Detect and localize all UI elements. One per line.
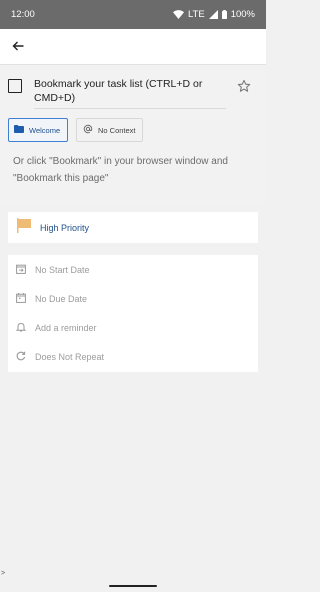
battery-icon [221, 10, 227, 19]
due-date-row[interactable]: No Due Date [8, 284, 258, 313]
wifi-icon [172, 10, 184, 19]
repeat-icon [16, 348, 26, 366]
calendar-icon [16, 290, 26, 308]
flag-icon [16, 217, 32, 238]
priority-row[interactable]: High Priority [8, 212, 258, 243]
context-chip[interactable]: No Context [76, 118, 143, 142]
schedule-card: No Start Date No Due Date Add a reminder… [8, 255, 258, 372]
bell-icon [15, 319, 27, 337]
signal-icon [208, 10, 218, 19]
task-complete-checkbox[interactable] [8, 79, 22, 93]
folder-icon [14, 125, 24, 135]
network-label: LTE [187, 9, 205, 20]
star-outline-icon [237, 79, 251, 97]
start-date-row[interactable]: No Start Date [8, 255, 258, 284]
task-title[interactable]: Bookmark your task list (CTRL+D or CMD+D… [34, 78, 230, 105]
list-chip-welcome[interactable]: Welcome [8, 118, 68, 142]
welcome-label: Welcome [29, 125, 61, 135]
home-indicator[interactable] [109, 585, 157, 587]
star-button[interactable] [237, 79, 253, 95]
arrow-left-icon [12, 38, 24, 56]
status-bar: 12:00 LTE 100% [0, 0, 266, 29]
bookmark-hint: Or click "Bookmark" in your browser wind… [13, 156, 228, 184]
repeat-label: Does Not Repeat [35, 351, 105, 362]
priority-label: High Priority [40, 222, 90, 233]
status-time: 12:00 [11, 9, 35, 20]
reminder-row[interactable]: Add a reminder [8, 313, 258, 342]
back-button[interactable] [8, 37, 28, 57]
app-bar [0, 29, 266, 65]
context-label: No Context [98, 125, 136, 135]
repeat-row[interactable]: Does Not Repeat [8, 342, 258, 371]
title-divider [34, 108, 226, 109]
calendar-arrow-icon [16, 261, 26, 279]
battery-level: 100% [230, 9, 255, 20]
footer-caret: > [1, 570, 6, 577]
due-date-label: No Due Date [35, 293, 88, 304]
reminder-label: Add a reminder [35, 322, 97, 333]
status-icons: LTE 100% [172, 9, 255, 20]
start-date-label: No Start Date [35, 264, 90, 275]
task-header: Bookmark your task list (CTRL+D or CMD+D… [0, 65, 266, 204]
at-sign-icon [83, 124, 93, 136]
